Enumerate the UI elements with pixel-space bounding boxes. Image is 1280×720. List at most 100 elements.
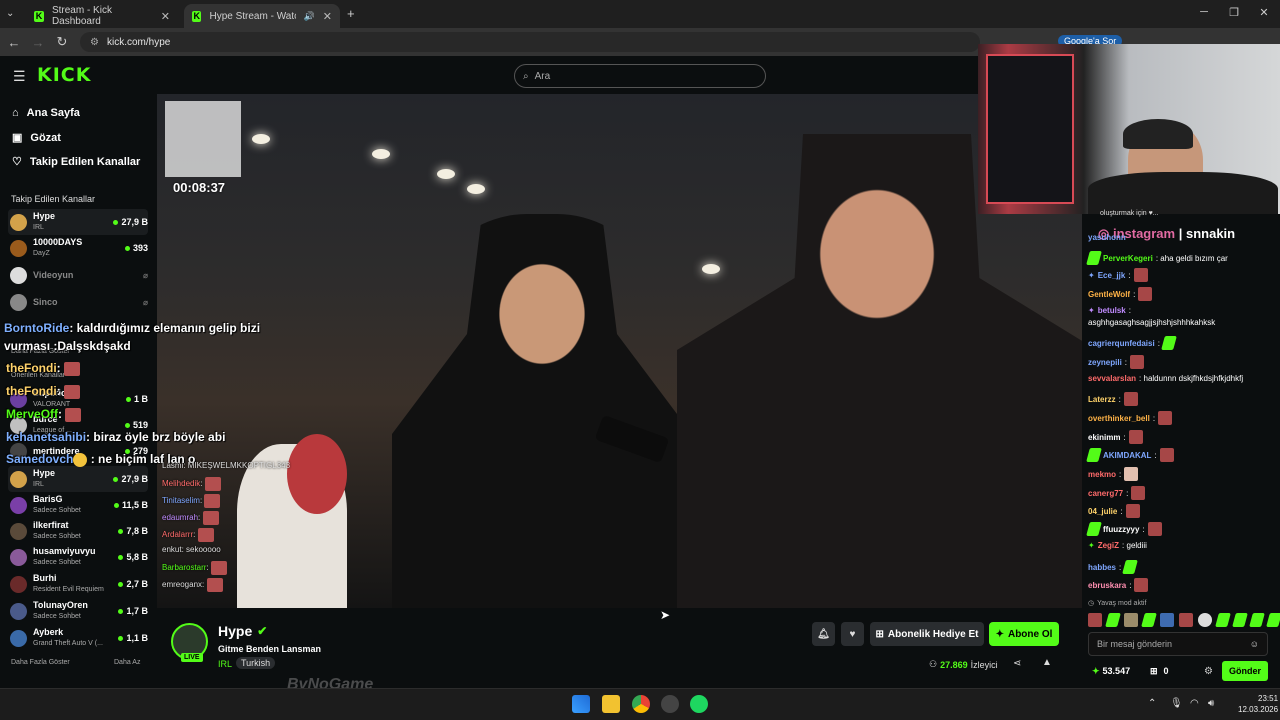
sidebar-channel-videoyun[interactable]: Videoyun ⌀ xyxy=(8,262,148,288)
maximize-icon[interactable]: ❐ xyxy=(1226,6,1242,19)
avatar xyxy=(10,496,27,514)
new-tab-icon[interactable]: + xyxy=(347,6,355,21)
chat-input-placeholder: Bir mesaj gönderin xyxy=(1097,639,1173,649)
chat-message-input[interactable]: Bir mesaj gönderin ☺ xyxy=(1088,632,1268,656)
gift-count[interactable]: ⊞ 0 xyxy=(1150,666,1169,677)
back-icon[interactable]: ← xyxy=(6,34,22,50)
microphone-icon[interactable]: 🎙︎ xyxy=(1170,698,1183,709)
show-less-recommended[interactable]: Daha Az xyxy=(114,659,140,666)
sidebar-rec-channel[interactable]: ilkerfirat Sadece Sohbet 7,8 B xyxy=(8,518,148,544)
badge-icon: ✦ xyxy=(1088,270,1095,280)
emote-icon xyxy=(1124,467,1139,481)
channel-name: Videoyun xyxy=(33,269,74,280)
channel-points[interactable]: ✦ 53.547 xyxy=(1092,666,1130,677)
tab-hype-stream[interactable]: K Hype Stream - Watch Live o 🔊 ✕ xyxy=(184,4,340,28)
emote-icon[interactable] xyxy=(1266,613,1280,627)
live-dot-icon xyxy=(118,554,124,560)
language-tag[interactable]: Turkish xyxy=(236,657,276,669)
video-player[interactable] xyxy=(157,94,1082,608)
tab-list-icon[interactable]: ⌄ xyxy=(6,8,14,19)
emote-icon[interactable] xyxy=(1179,613,1193,627)
chat-message: 04_julie: xyxy=(1088,504,1140,518)
sidebar-rec-channel[interactable]: husamviyuvyu Sadece Sohbet 5,8 B xyxy=(8,544,148,570)
emote-icon[interactable] xyxy=(1160,613,1174,627)
ceiling-light xyxy=(467,184,485,194)
emote-icon xyxy=(1159,448,1174,462)
sidebar-channel-10000days[interactable]: 10000DAYS DayZ 393 xyxy=(8,235,148,261)
emote-icon[interactable] xyxy=(1088,613,1102,627)
chat-message: habbes: xyxy=(1088,560,1139,574)
close-icon[interactable]: ✕ xyxy=(161,10,170,23)
chat-message: zeynepili: xyxy=(1088,355,1145,369)
report-icon[interactable]: ▲ xyxy=(1042,657,1052,668)
chat-settings-icon[interactable]: ⚙ xyxy=(1204,666,1213,677)
emote-bar[interactable] xyxy=(1088,613,1280,627)
forward-icon[interactable]: → xyxy=(30,34,46,50)
emote-icon xyxy=(204,494,221,508)
overlay-chat-line: BorntoRide: kaldırdığımız elemanın gelip… xyxy=(4,321,261,335)
reload-icon[interactable]: ↻ xyxy=(54,34,70,50)
emote-icon[interactable] xyxy=(1215,613,1231,627)
overlay-small-chat: Tinitaselim: xyxy=(162,494,221,508)
gift-subscription-button[interactable]: ⊞ Abonelik Hediye Et xyxy=(870,622,984,646)
sidebar-rec-channel[interactable]: BarisG Sadece Sohbet 11,5 B xyxy=(8,492,148,518)
site-info-icon[interactable]: ⚙ xyxy=(90,37,99,48)
search-input[interactable]: ⌕ Ara xyxy=(514,64,766,88)
sidebar-rec-channel[interactable]: Burhi Resident Evil Requiem 2,7 B xyxy=(8,571,148,597)
emote-icon[interactable] xyxy=(1105,613,1121,627)
channel-category: Sadece Sohbet xyxy=(33,559,81,566)
sidebar-rec-channel[interactable]: Hype IRL 27,9 B xyxy=(8,466,148,492)
emote-icon[interactable] xyxy=(1249,613,1265,627)
sidebar-channel-hype[interactable]: Hype IRL 27,9 B xyxy=(8,209,148,235)
sidebar-rec-channel[interactable]: TolunayOren Sadece Sohbet 1,7 B xyxy=(8,598,148,624)
channel-name: ilkerfirat xyxy=(33,520,69,530)
url-field[interactable]: ⚙ kick.com/hype xyxy=(80,32,980,52)
emote-icon[interactable] xyxy=(1232,613,1248,627)
tray-chevron-icon[interactable]: ⌃ xyxy=(1148,698,1156,709)
clock-icon: ◷ xyxy=(1088,600,1095,607)
emoji-picker-icon[interactable]: ☺ xyxy=(1250,639,1259,649)
nav-label: Ana Sayfa xyxy=(26,107,80,119)
spotify-icon[interactable] xyxy=(690,695,708,713)
tab-kick-dashboard[interactable]: K Stream - Kick Dashboard ✕ xyxy=(26,4,178,28)
audio-icon[interactable]: 🔊 xyxy=(304,11,315,22)
nav-following[interactable]: ♡ Takip Edilen Kanallar xyxy=(12,155,140,169)
sidebar-rec-channel[interactable]: Ayberk Grand Theft Auto V (... 1,1 B xyxy=(8,625,148,651)
emote-icon[interactable] xyxy=(1141,613,1157,627)
close-window-icon[interactable]: ✕ xyxy=(1256,6,1272,19)
clock[interactable]: 23:51 12.03.2026 xyxy=(1238,693,1278,715)
stream-overlay-box xyxy=(165,101,241,177)
chat-message: asghhgasaghsagjjsjhshjshhhkahksk xyxy=(1088,318,1216,327)
nav-browse[interactable]: ▣ Gözat xyxy=(12,131,61,145)
avatar xyxy=(10,548,27,566)
channel-name-row[interactable]: Hype ✔ xyxy=(218,623,267,639)
gift-icon: ⊞ xyxy=(1150,666,1158,676)
volume-icon[interactable]: 🔊︎ xyxy=(1208,698,1214,709)
show-more-recommended[interactable]: Daha Fazla Göster xyxy=(11,659,70,666)
channel-category: Sadece Sohbet xyxy=(33,533,81,540)
emote-icon xyxy=(1158,411,1173,425)
app-icon[interactable] xyxy=(661,695,679,713)
emote-icon[interactable] xyxy=(1124,613,1138,627)
stream-category[interactable]: IRL xyxy=(218,659,232,669)
chrome-icon[interactable] xyxy=(632,695,650,713)
notification-bell-button[interactable]: 🔔︎ xyxy=(812,622,835,646)
wifi-icon[interactable]: ◠ xyxy=(1190,698,1199,709)
nav-home[interactable]: ⌂ Ana Sayfa xyxy=(12,107,80,119)
emote-icon[interactable] xyxy=(1198,613,1212,627)
sidebar-channel-sinco[interactable]: Sinco ⌀ xyxy=(8,289,148,315)
emote-icon xyxy=(64,384,80,399)
close-icon[interactable]: ✕ xyxy=(323,10,332,23)
channel-title: Hype xyxy=(218,623,253,639)
windows-start-icon[interactable] xyxy=(572,695,590,713)
emote-icon xyxy=(65,407,82,422)
kick-logo[interactable]: KICK xyxy=(37,64,91,86)
file-explorer-icon[interactable] xyxy=(602,695,620,713)
channel-name: TolunayOren xyxy=(33,600,88,610)
menu-icon[interactable]: ☰ xyxy=(13,68,26,85)
send-button[interactable]: Gönder xyxy=(1222,661,1268,681)
subscribe-button[interactable]: ✦ Abone Ol xyxy=(989,622,1059,646)
follow-heart-button[interactable]: ♥ xyxy=(841,622,864,646)
minimize-icon[interactable]: ─ xyxy=(1196,6,1212,18)
share-icon[interactable]: ⋖ xyxy=(1013,658,1021,669)
